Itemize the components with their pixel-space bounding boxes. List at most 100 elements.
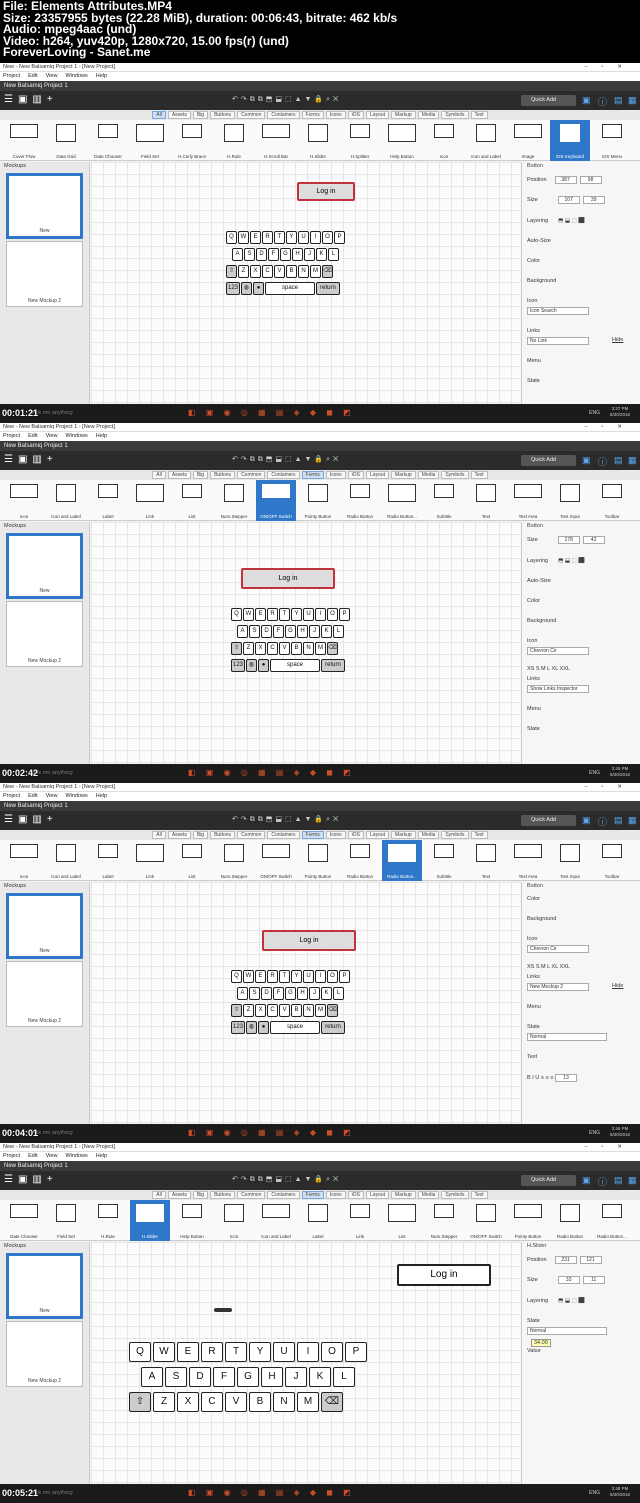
search-box[interactable]: Ask me anything [32, 1127, 73, 1140]
quick-add-input[interactable]: Quick Add [521, 1175, 576, 1186]
window-controls[interactable]: –▫✕ [584, 1143, 636, 1152]
key[interactable]: U [303, 970, 314, 983]
menu-edit[interactable]: Edit [28, 793, 37, 799]
tab-assets[interactable]: Assets [167, 111, 191, 119]
view-icon[interactable]: ▣ [582, 455, 591, 466]
mic-key-icon[interactable]: ● [253, 282, 264, 295]
key[interactable]: T [274, 231, 285, 244]
tab-forms[interactable]: Forms [301, 471, 324, 479]
state-select[interactable]: Normal [527, 1327, 607, 1335]
key[interactable]: L [333, 625, 344, 638]
key[interactable]: H [297, 987, 308, 1000]
key[interactable]: R [262, 231, 273, 244]
key[interactable]: E [255, 970, 266, 983]
design-canvas[interactable]: Log in Q W E R T Y U I O P A S D F G H J K L ⇧ Z X C V B N M ⌫ 123 ◍ ● s… [91, 882, 520, 1124]
tab-assets[interactable]: Assets [167, 831, 191, 839]
design-canvas[interactable]: Log in Q W E R T Y U I O P A S D F G H J K L ⇧ Z X C V B N M ⌫ 123 ◍ ● s… [91, 522, 520, 764]
key[interactable]: X [177, 1392, 199, 1412]
grid-icon[interactable]: ▦ [628, 455, 637, 466]
shift-key-icon[interactable]: ⇧ [231, 1004, 242, 1017]
key[interactable]: H [292, 248, 303, 261]
key[interactable]: X [250, 265, 261, 278]
key[interactable]: I [315, 970, 326, 983]
key[interactable]: I [297, 1342, 319, 1362]
key[interactable]: G [285, 987, 296, 1000]
tab-ios[interactable]: iOS [347, 471, 365, 479]
space-key[interactable]: space [265, 282, 315, 295]
key[interactable]: N [273, 1392, 295, 1412]
tab-layout[interactable]: Layout [366, 471, 390, 479]
space-key[interactable]: space [270, 1021, 320, 1034]
tab-text[interactable]: Text [470, 831, 488, 839]
list-icon[interactable]: ▤ [614, 95, 623, 106]
tab-common[interactable]: Common [237, 111, 266, 119]
mockup-thumbnail[interactable]: New Mockup 2 [6, 241, 83, 307]
key[interactable]: X [255, 642, 266, 655]
hamburger-icon[interactable]: ☰▣▥+ [4, 814, 58, 825]
menu-help[interactable]: Help [96, 1153, 107, 1159]
menu-windows[interactable]: Windows [65, 1153, 87, 1159]
layering-icons[interactable]: ⬒ ⬓ ⬚ ⬛ [558, 218, 585, 224]
tab-assets[interactable]: Assets [167, 1191, 191, 1199]
mockup-thumbnail[interactable]: New Mockup 2 [6, 601, 83, 667]
link-field[interactable]: No Link [527, 337, 589, 345]
login-button-mockup[interactable]: Log in [397, 1264, 491, 1286]
globe-key-icon[interactable]: ◍ [241, 282, 252, 295]
backspace-key-icon[interactable]: ⌫ [327, 642, 338, 655]
tab-assets[interactable]: Assets [167, 471, 191, 479]
menu-windows[interactable]: Windows [65, 433, 87, 439]
edit-tools-icon[interactable]: ↶↷⧉⧉⬒⬓⬚▲▼🔒⌕✕ [232, 1175, 341, 1184]
key[interactable]: Q [231, 608, 242, 621]
library-item[interactable]: iOS Menu [592, 120, 632, 161]
tab-common[interactable]: Common [237, 471, 266, 479]
tab-buttons[interactable]: Buttons [210, 831, 236, 839]
key[interactable]: P [339, 970, 350, 983]
tab-big[interactable]: Big [192, 471, 209, 479]
globe-key-icon[interactable]: ◍ [246, 1021, 257, 1034]
tab-markup[interactable]: Markup [391, 831, 416, 839]
key[interactable]: F [213, 1367, 235, 1387]
menu-view[interactable]: View [46, 1153, 58, 1159]
key[interactable]: R [267, 970, 278, 983]
link-field[interactable]: New Mockup 2 [527, 983, 589, 991]
key[interactable]: U [273, 1342, 295, 1362]
key[interactable]: M [315, 1004, 326, 1017]
layering-icons[interactable]: ⬒ ⬓ ⬚ ⬛ [558, 558, 585, 564]
key[interactable]: F [268, 248, 279, 261]
list-icon[interactable]: ▤ [614, 455, 623, 466]
shift-key-icon[interactable]: ⇧ [129, 1392, 151, 1412]
key[interactable]: N [303, 642, 314, 655]
key[interactable]: C [262, 265, 273, 278]
icon-size-options[interactable]: XS S M L XL XXL [527, 964, 570, 970]
tab-big[interactable]: Big [192, 1191, 209, 1199]
tab-layout[interactable]: Layout [366, 1191, 390, 1199]
key[interactable]: W [243, 608, 254, 621]
key[interactable]: E [177, 1342, 199, 1362]
height-field[interactable]: 42 [582, 536, 605, 544]
key[interactable]: T [225, 1342, 247, 1362]
shift-key-icon[interactable]: ⇧ [226, 265, 237, 278]
menu-edit[interactable]: Edit [28, 73, 37, 79]
key[interactable]: U [298, 231, 309, 244]
numbers-key[interactable]: 123 [231, 659, 245, 672]
tab-containers[interactable]: Containers [267, 1191, 300, 1199]
tab-forms[interactable]: Forms [301, 1191, 324, 1199]
position-y-field[interactable]: 98 [579, 176, 602, 184]
key[interactable]: C [267, 642, 278, 655]
icon-field[interactable]: Chevron Cir [527, 945, 589, 953]
key[interactable]: J [304, 248, 315, 261]
key[interactable]: T [279, 970, 290, 983]
width-field[interactable]: 178 [557, 536, 580, 544]
shift-key-icon[interactable]: ⇧ [231, 642, 242, 655]
bold-italic-underline-icons[interactable]: B I U ≡ ≡ ≡ [527, 1075, 555, 1081]
tab-containers[interactable]: Containers [267, 111, 300, 119]
tab-ios[interactable]: iOS [347, 831, 365, 839]
menu-windows[interactable]: Windows [65, 793, 87, 799]
tab-symbols[interactable]: Symbols [441, 111, 469, 119]
tab-symbols[interactable]: Symbols [441, 471, 469, 479]
key[interactable]: W [243, 970, 254, 983]
tab-markup[interactable]: Markup [391, 111, 416, 119]
key[interactable]: E [255, 608, 266, 621]
edit-tools-icon[interactable]: ↶↷⧉⧉⬒⬓⬚▲▼🔒⌕✕ [232, 455, 341, 464]
menu-help[interactable]: Help [96, 433, 107, 439]
